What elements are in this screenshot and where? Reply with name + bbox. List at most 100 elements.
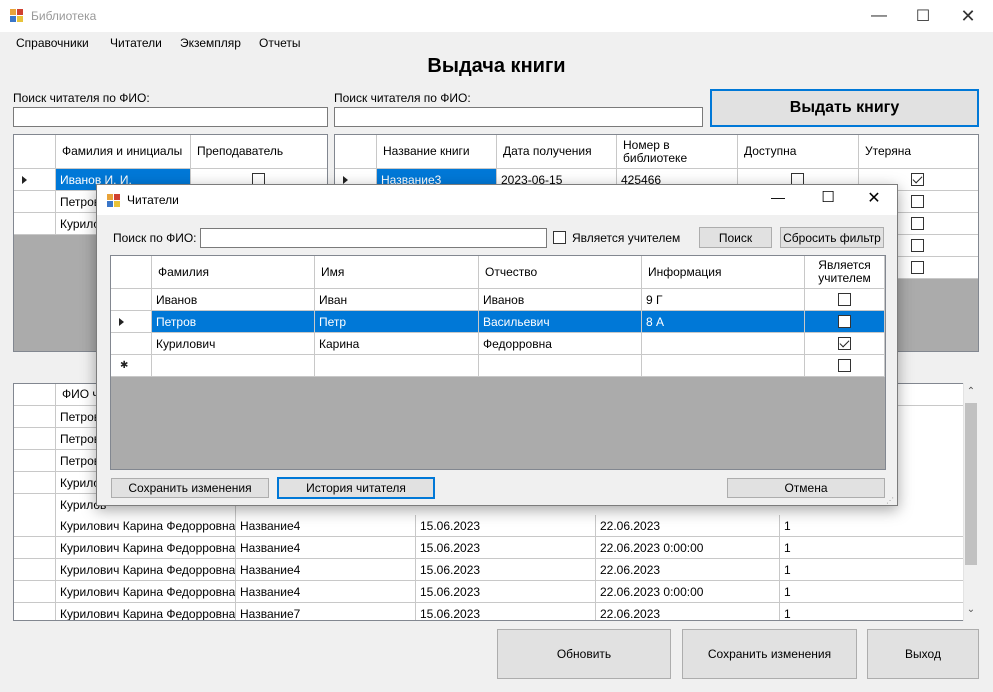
last-name-cell[interactable]: Иванов [152,289,315,311]
history-date-from-cell[interactable]: 15.06.2023 [416,559,596,581]
lost-checkbox[interactable] [911,261,924,274]
middle-name-cell[interactable]: Иванов [479,289,642,311]
history-date-to-cell[interactable]: 22.06.2023 0:00:00 [596,581,780,603]
history-book-cell[interactable]: Название4 [236,537,416,559]
middle-name-cell[interactable]: Федорровна [479,333,642,355]
menu-reports[interactable]: Отчеты [259,32,300,54]
row-header[interactable] [111,311,152,333]
is-teacher-checkbox[interactable] [838,315,851,328]
row-header[interactable] [14,581,56,603]
middle-name-cell[interactable]: Васильевич [479,311,642,333]
first-name-cell[interactable]: Карина [315,333,479,355]
col-header-title[interactable]: Название книги [377,135,497,169]
row-header[interactable] [111,333,152,355]
history-count-cell[interactable]: 1 [780,515,964,537]
history-count-cell[interactable]: 1 [780,537,964,559]
dialog-search-input[interactable] [200,228,547,248]
row-header[interactable] [14,406,56,428]
last-name-cell[interactable]: Курилович [152,333,315,355]
history-book-cell[interactable]: Название4 [236,515,416,537]
row-header[interactable] [14,559,56,581]
row-header[interactable] [14,428,56,450]
lost-checkbox[interactable] [911,239,924,252]
info-cell[interactable]: 9 Г [642,289,805,311]
history-date-to-cell[interactable]: 22.06.2023 [596,603,780,620]
history-book-cell[interactable]: Название7 [236,603,416,620]
reader-history-button[interactable]: История читателя [277,477,435,499]
col-header-date[interactable]: Дата получения [497,135,617,169]
is-teacher-checkbox[interactable] [838,359,851,372]
lost-checkbox[interactable] [911,217,924,230]
is-teacher-cell[interactable] [805,311,885,333]
col-header-number[interactable]: Номер в библиотеке [617,135,738,169]
dialog-minimize-icon[interactable]: — [763,189,793,211]
col-header-name[interactable]: Фамилия и инициалы [56,135,191,169]
menu-readers[interactable]: Читатели [110,32,162,54]
save-changes-button[interactable]: Сохранить изменения [682,629,857,679]
col-header-last-name[interactable]: Фамилия [152,256,315,289]
col-header-info[interactable]: Информация [642,256,805,289]
dialog-search-button[interactable]: Поиск [699,227,772,248]
col-header-teacher[interactable]: Преподаватель [191,135,327,169]
history-date-from-cell[interactable]: 15.06.2023 [416,515,596,537]
minimize-icon[interactable]: — [856,0,902,32]
is-teacher-checkbox[interactable] [838,293,851,306]
resize-grip-icon[interactable]: ⋰ [886,496,894,505]
menu-copy[interactable]: Экземпляр [180,32,241,54]
row-header[interactable] [14,169,56,191]
row-header[interactable] [14,537,56,559]
is-teacher-cell[interactable] [805,333,885,355]
col-header-middle-name[interactable]: Отчество [479,256,642,289]
lost-checkbox[interactable] [911,173,924,186]
history-book-cell[interactable]: Название4 [236,559,416,581]
new-row-cell[interactable] [152,355,315,377]
new-row-cell[interactable] [479,355,642,377]
last-name-cell[interactable]: Петров [152,311,315,333]
row-header[interactable] [14,472,56,494]
scroll-up-icon[interactable]: ⌃ [965,386,977,397]
col-header-lost[interactable]: Утеряна [859,135,978,169]
is-teacher-checkbox[interactable] [838,337,851,350]
col-header-is-teacher[interactable]: Является учителем [805,256,885,289]
dialog-save-button[interactable]: Сохранить изменения [111,478,269,498]
row-header[interactable] [14,450,56,472]
history-date-from-cell[interactable]: 15.06.2023 [416,581,596,603]
history-fio-cell[interactable]: Курилович Карина Федорровна [56,515,236,537]
history-fio-cell[interactable]: Курилович Карина Федорровна [56,581,236,603]
new-row-cell[interactable] [805,355,885,377]
history-count-cell[interactable]: 1 [780,581,964,603]
history-date-to-cell[interactable]: 22.06.2023 0:00:00 [596,537,780,559]
history-count-cell[interactable]: 1 [780,603,964,620]
scroll-thumb[interactable] [965,403,977,565]
row-header[interactable] [14,213,56,235]
is-teacher-filter-checkbox[interactable] [553,231,566,244]
new-row-header[interactable]: ✱ [111,355,152,377]
scroll-down-icon[interactable]: ⌄ [965,604,977,615]
info-cell[interactable]: 8 А [642,311,805,333]
history-date-from-cell[interactable]: 15.06.2023 [416,603,596,620]
exit-button[interactable]: Выход [867,629,979,679]
history-book-cell[interactable]: Название4 [236,581,416,603]
row-header[interactable] [14,515,56,537]
row-header[interactable] [14,603,56,620]
refresh-button[interactable]: Обновить [497,629,671,679]
search-right-input[interactable] [334,107,703,127]
row-header[interactable] [111,289,152,311]
col-header-available[interactable]: Доступна [738,135,859,169]
col-header-first-name[interactable]: Имя [315,256,479,289]
first-name-cell[interactable]: Петр [315,311,479,333]
menu-references[interactable]: Справочники [16,32,89,54]
history-count-cell[interactable]: 1 [780,559,964,581]
reset-filter-button[interactable]: Сбросить фильтр [780,227,884,248]
info-cell[interactable] [642,333,805,355]
row-header[interactable] [14,494,56,516]
history-date-to-cell[interactable]: 22.06.2023 [596,515,780,537]
first-name-cell[interactable]: Иван [315,289,479,311]
history-date-from-cell[interactable]: 15.06.2023 [416,537,596,559]
close-icon[interactable]: ✕ [945,0,991,32]
lost-checkbox[interactable] [911,195,924,208]
is-teacher-cell[interactable] [805,289,885,311]
history-date-to-cell[interactable]: 22.06.2023 [596,559,780,581]
dialog-maximize-icon[interactable]: ☐ [813,188,843,210]
history-fio-cell[interactable]: Курилович Карина Федорровна [56,559,236,581]
